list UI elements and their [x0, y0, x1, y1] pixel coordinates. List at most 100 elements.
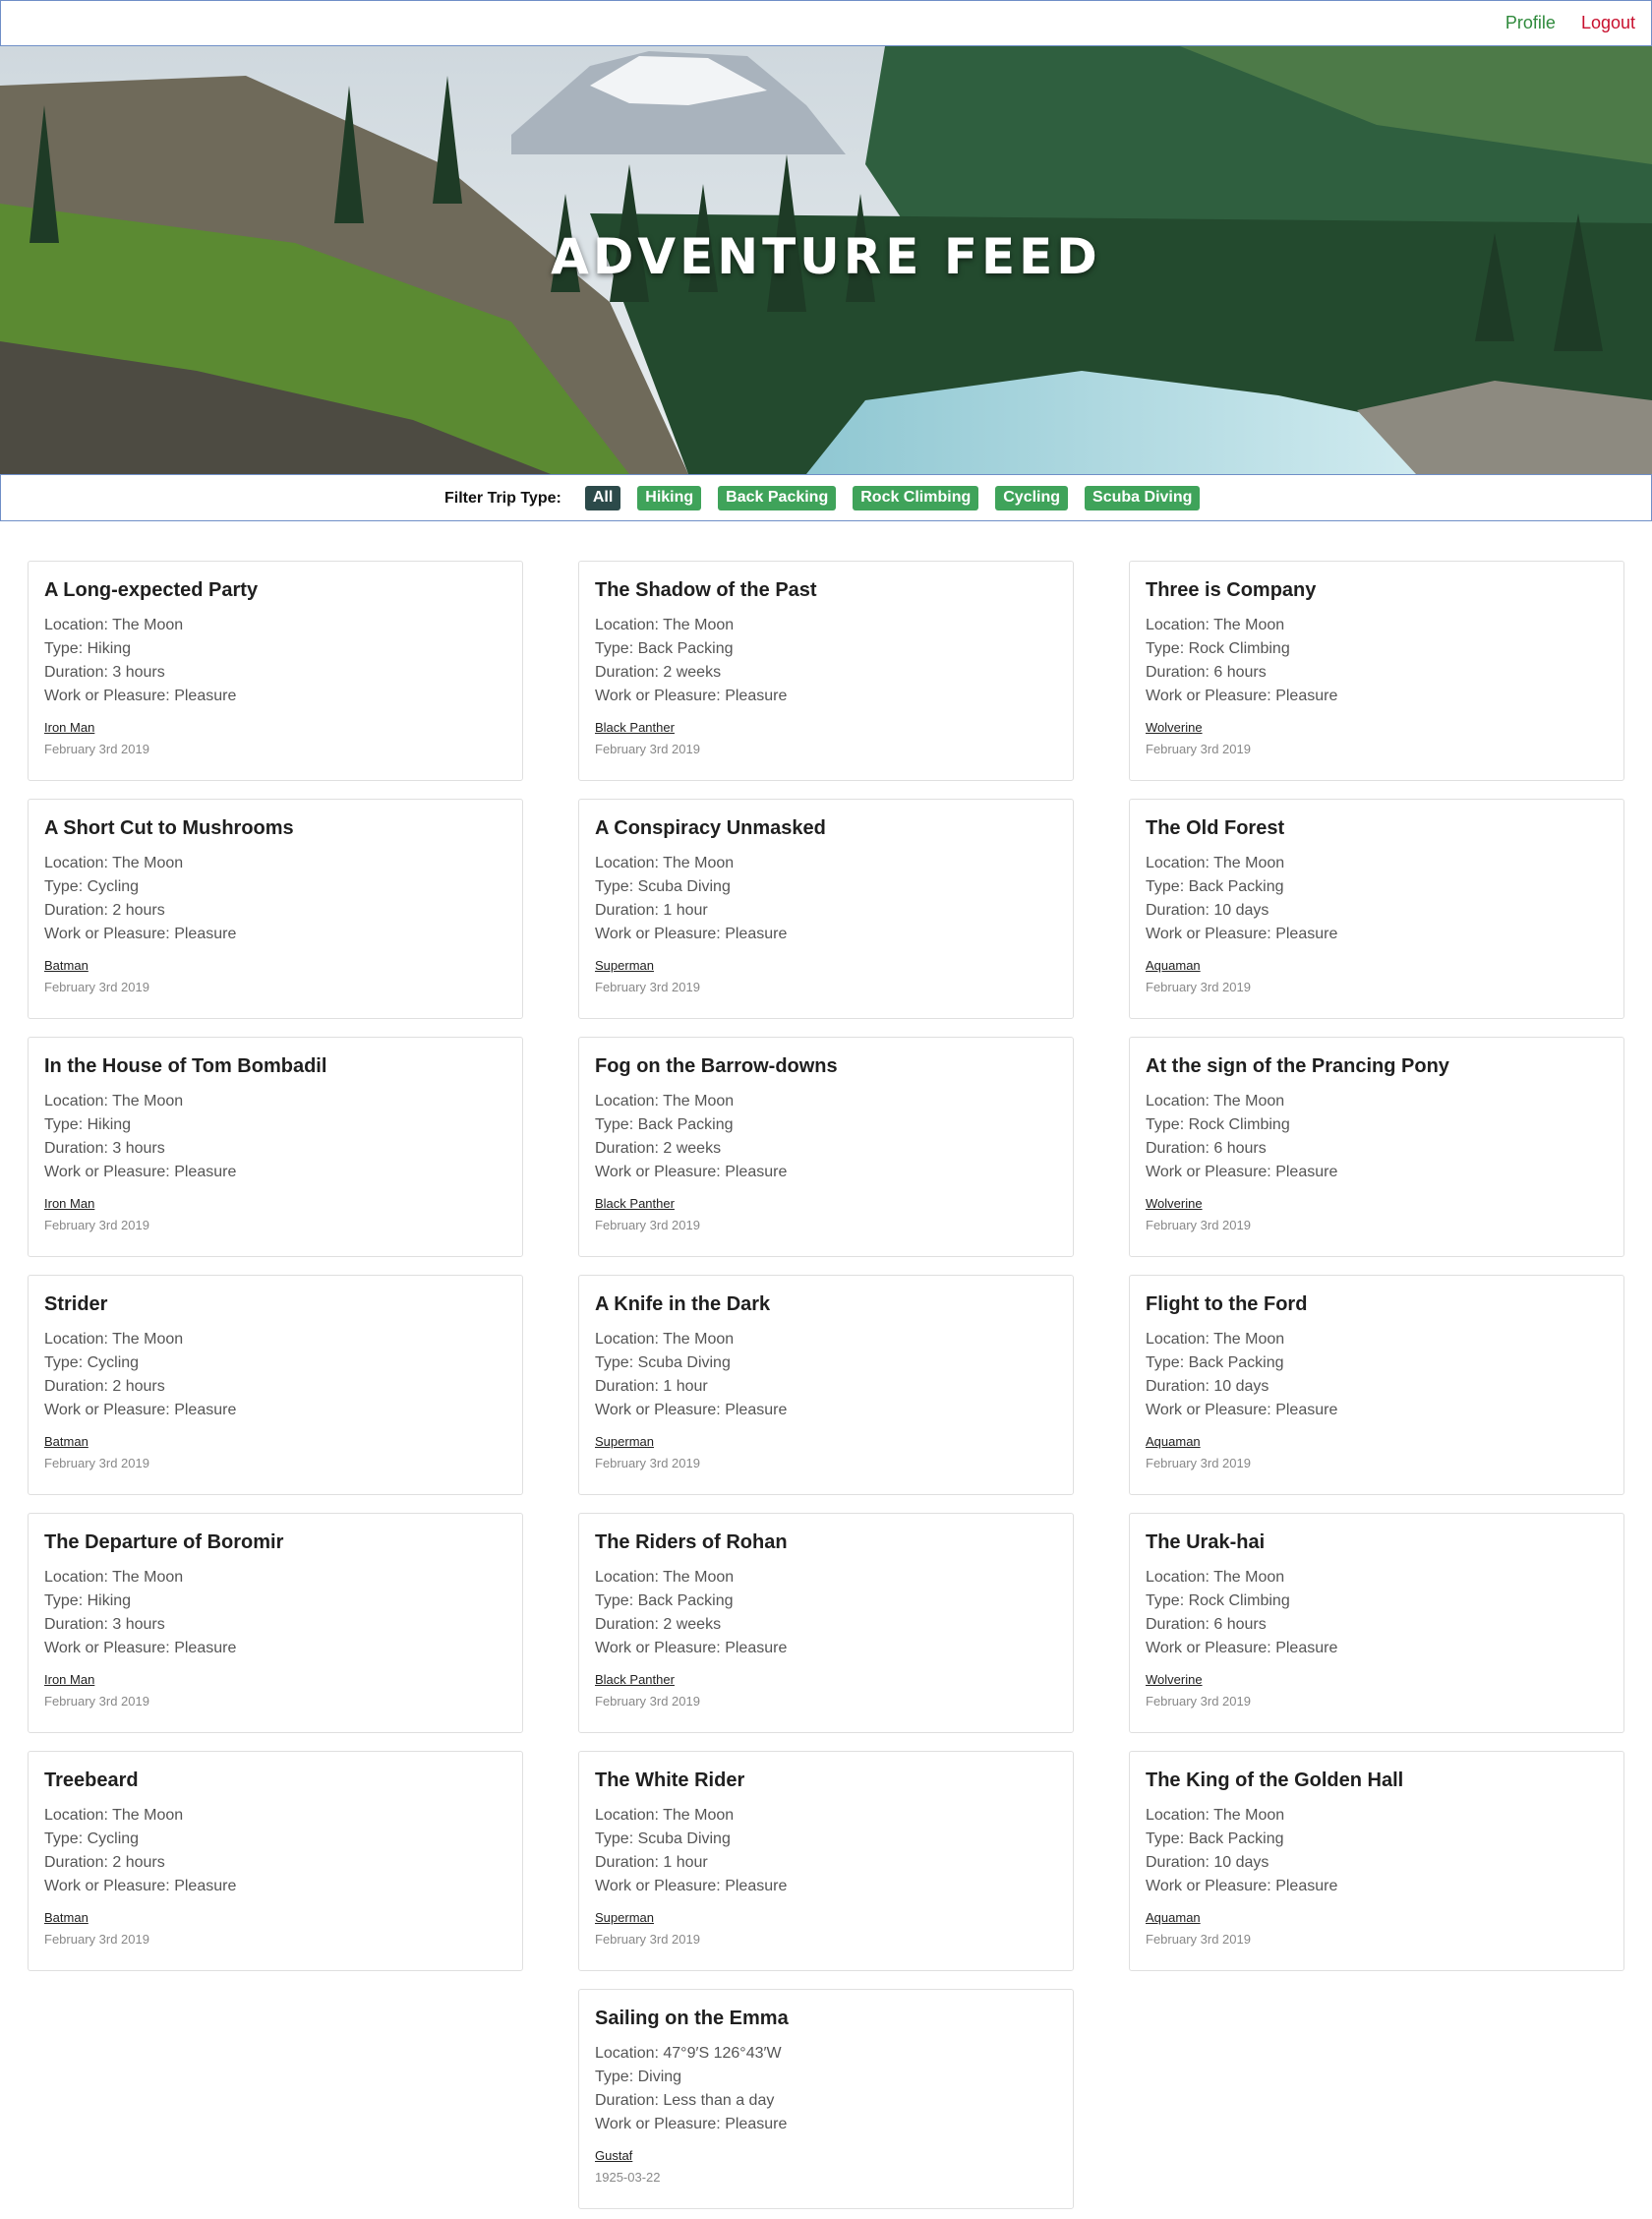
- trip-duration: Duration: Less than a day: [595, 2092, 775, 2109]
- trip-location: Location: The Moon: [595, 1093, 735, 1110]
- trip-title: Sailing on the Emma: [595, 2008, 789, 2029]
- trip-location: Location: The Moon: [1146, 617, 1285, 633]
- trip-author-link[interactable]: Superman: [595, 1434, 654, 1449]
- trip-location: Location: The Moon: [1146, 1807, 1285, 1824]
- trip-author-link[interactable]: Aquaman: [1146, 1910, 1201, 1925]
- filter-label: Filter Trip Type:: [444, 489, 561, 507]
- trip-author-link[interactable]: Black Panther: [595, 1196, 675, 1211]
- trip-type: Type: Rock Climbing: [1146, 1592, 1290, 1609]
- filter-chip-scuba-diving[interactable]: Scuba Diving: [1085, 486, 1201, 510]
- trip-author-link[interactable]: Black Panther: [595, 1672, 675, 1687]
- trip-date: February 3rd 2019: [595, 1694, 700, 1709]
- trip-duration: Duration: 10 days: [1146, 1854, 1269, 1871]
- trip-title: The Urak-hai: [1146, 1531, 1266, 1553]
- trip-type: Type: Hiking: [44, 1592, 132, 1609]
- trip-location: Location: 47°9′S 126°43′W: [595, 2045, 782, 2062]
- filter-chip-cycling[interactable]: Cycling: [995, 486, 1069, 510]
- trip-purpose: Work or Pleasure: Pleasure: [595, 1878, 788, 1894]
- trip-card: The Riders of Rohan Location: The Moon Typ…: [578, 1513, 1074, 1733]
- trip-location: Location: The Moon: [44, 1569, 184, 1586]
- trip-card: In the House of Tom Bombadil Location: Th…: [28, 1037, 523, 1257]
- trip-author-link[interactable]: Superman: [595, 958, 654, 973]
- trip-author-link[interactable]: Wolverine: [1146, 1672, 1203, 1687]
- trip-location: Location: The Moon: [44, 1807, 184, 1824]
- trip-card: A Knife in the Dark Location: The Moon Typ…: [578, 1275, 1074, 1495]
- trip-location: Location: The Moon: [595, 855, 735, 871]
- trip-card: The Shadow of the Past Location: The Moon…: [578, 561, 1074, 781]
- trip-author-link[interactable]: Batman: [44, 958, 88, 973]
- trip-card: Strider Location: The Moon Type: Cycling Du…: [28, 1275, 523, 1495]
- trip-title: The White Rider: [595, 1769, 745, 1791]
- trip-author-link[interactable]: Wolverine: [1146, 1196, 1203, 1211]
- trip-duration: Duration: 6 hours: [1146, 1140, 1267, 1157]
- trip-date: February 3rd 2019: [44, 1456, 149, 1470]
- trip-duration: Duration: 1 hour: [595, 1378, 708, 1395]
- trip-card: Flight to the Ford Location: The Moon Type…: [1129, 1275, 1624, 1495]
- trip-author-link[interactable]: Iron Man: [44, 720, 94, 735]
- profile-link[interactable]: Profile: [1505, 13, 1556, 33]
- page-title: ADVENTURE FEED: [551, 228, 1101, 285]
- trip-purpose: Work or Pleasure: Pleasure: [1146, 1164, 1338, 1180]
- trip-duration: Duration: 6 hours: [1146, 664, 1267, 681]
- trip-author-link[interactable]: Black Panther: [595, 720, 675, 735]
- trip-title: The King of the Golden Hall: [1146, 1769, 1404, 1791]
- trip-location: Location: The Moon: [1146, 855, 1285, 871]
- trip-card: The King of the Golden Hall Location: The…: [1129, 1751, 1624, 1971]
- trip-type: Type: Back Packing: [1146, 1830, 1284, 1847]
- trip-duration: Duration: 2 hours: [44, 1378, 165, 1395]
- trip-card: The Old Forest Location: The Moon Type: Ba…: [1129, 799, 1624, 1019]
- filter-chip-rock-climbing[interactable]: Rock Climbing: [853, 486, 979, 510]
- trip-purpose: Work or Pleasure: Pleasure: [1146, 1878, 1338, 1894]
- trip-card: A Conspiracy Unmasked Location: The Moon T…: [578, 799, 1074, 1019]
- trip-duration: Duration: 1 hour: [595, 1854, 708, 1871]
- trip-title: The Shadow of the Past: [595, 579, 817, 601]
- trip-location: Location: The Moon: [595, 617, 735, 633]
- trip-purpose: Work or Pleasure: Pleasure: [1146, 688, 1338, 704]
- filter-chip-all[interactable]: All: [584, 486, 621, 510]
- trip-purpose: Work or Pleasure: Pleasure: [44, 1402, 237, 1418]
- trip-author-link[interactable]: Aquaman: [1146, 958, 1201, 973]
- trip-type: Type: Back Packing: [595, 1592, 734, 1609]
- trip-purpose: Work or Pleasure: Pleasure: [44, 688, 237, 704]
- trip-location: Location: The Moon: [44, 855, 184, 871]
- trip-title: At the sign of the Prancing Pony: [1146, 1055, 1449, 1077]
- trip-author-link[interactable]: Batman: [44, 1434, 88, 1449]
- trip-author-link[interactable]: Iron Man: [44, 1672, 94, 1687]
- trip-card: Fog on the Barrow-downs Location: The Moo…: [578, 1037, 1074, 1257]
- trip-date: February 3rd 2019: [595, 1218, 700, 1232]
- trip-location: Location: The Moon: [1146, 1331, 1285, 1348]
- trip-card: Three is Company Location: The Moon Type: …: [1129, 561, 1624, 781]
- trip-card: The White Rider Location: The Moon Type: S…: [578, 1751, 1074, 1971]
- trip-type: Type: Hiking: [44, 640, 132, 657]
- trip-duration: Duration: 2 weeks: [595, 1140, 722, 1157]
- trip-author-link[interactable]: Superman: [595, 1910, 654, 1925]
- trip-card: A Short Cut to Mushrooms Location: The Mo…: [28, 799, 523, 1019]
- trip-card: The Urak-hai Location: The Moon Type: Rock…: [1129, 1513, 1624, 1733]
- trip-type: Type: Cycling: [44, 878, 140, 895]
- top-nav-bar: Profile Logout: [0, 0, 1652, 46]
- trip-type: Type: Rock Climbing: [1146, 640, 1290, 657]
- trip-type: Type: Scuba Diving: [595, 878, 731, 895]
- filter-chip-hiking[interactable]: Hiking: [637, 486, 702, 510]
- logout-link[interactable]: Logout: [1581, 13, 1635, 33]
- hero-banner: ADVENTURE FEED: [0, 46, 1652, 474]
- trip-author-link[interactable]: Batman: [44, 1910, 88, 1925]
- trip-author-link[interactable]: Iron Man: [44, 1196, 94, 1211]
- trip-author-link[interactable]: Gustaf: [595, 2148, 632, 2163]
- trip-title: Three is Company: [1146, 579, 1317, 601]
- nav-links: Profile Logout: [1505, 13, 1635, 33]
- trip-duration: Duration: 2 hours: [44, 902, 165, 919]
- trip-location: Location: The Moon: [44, 1331, 184, 1348]
- trip-purpose: Work or Pleasure: Pleasure: [595, 2116, 788, 2132]
- trip-author-link[interactable]: Aquaman: [1146, 1434, 1201, 1449]
- filter-chip-back-packing[interactable]: Back Packing: [718, 486, 837, 510]
- trip-author-link[interactable]: Wolverine: [1146, 720, 1203, 735]
- trip-title: Flight to the Ford: [1146, 1293, 1308, 1315]
- trip-date: February 3rd 2019: [44, 1932, 149, 1947]
- trip-date: February 3rd 2019: [1146, 1694, 1251, 1709]
- trip-title: A Long-expected Party: [44, 579, 259, 601]
- trip-location: Location: The Moon: [1146, 1093, 1285, 1110]
- trip-type: Type: Rock Climbing: [1146, 1116, 1290, 1133]
- trip-duration: Duration: 10 days: [1146, 902, 1269, 919]
- trip-type: Type: Back Packing: [595, 1116, 734, 1133]
